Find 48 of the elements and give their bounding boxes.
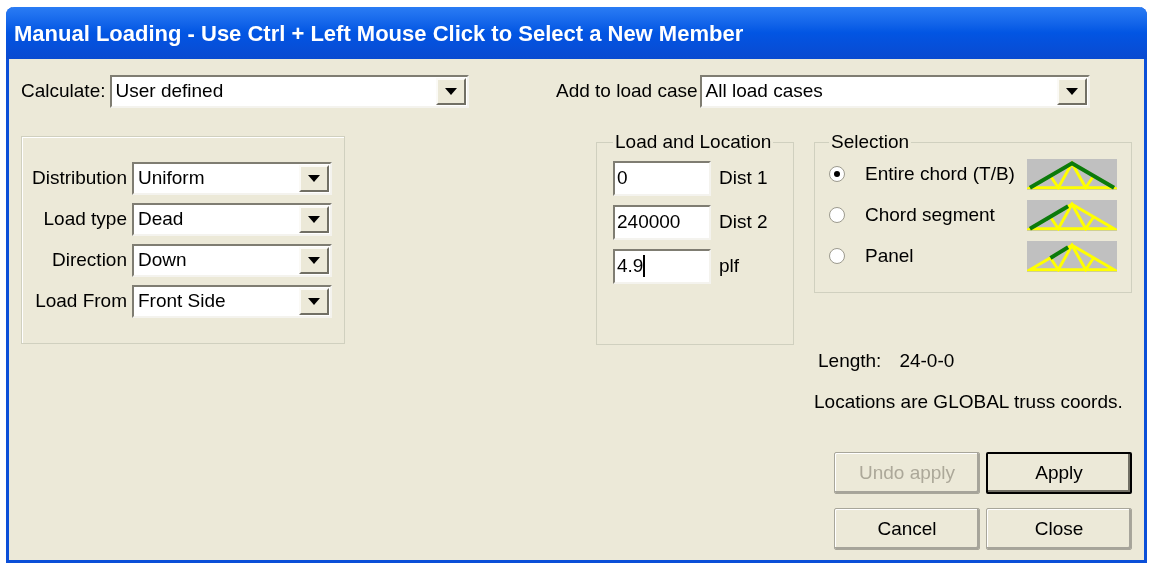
dropdown-button[interactable] [435,78,466,105]
field-label: plf [719,253,740,278]
truss-icon [1027,240,1117,272]
caret-icon [308,216,320,223]
caret-icon [1065,88,1078,95]
field-label: Direction [52,248,127,273]
radio-label[interactable]: Panel [865,241,1027,271]
radio-button[interactable] [829,207,845,223]
length-label: Length: [818,349,882,373]
dialog-button[interactable]: Apply [986,452,1132,494]
option-dropdown[interactable]: Down [132,244,332,277]
field-label: Dist 1 [719,165,768,190]
input-field[interactable]: 4.9 [613,248,711,284]
radio-button[interactable] [829,166,845,182]
length-value: 24-0-0 [899,349,955,373]
dialog-button[interactable]: Cancel [834,508,980,550]
radio-label[interactable]: Chord segment [865,200,1027,230]
field-label: Load type [43,207,127,232]
calculate-dropdown[interactable]: User defined [109,75,469,108]
caret-icon [444,88,457,95]
field-label: Load From [35,289,127,314]
option-dropdown[interactable]: Dead [132,203,332,236]
radio-button[interactable] [829,248,845,264]
truss-icon [1027,199,1117,231]
input-field[interactable]: 240000 [613,204,711,240]
caret-icon [308,257,320,264]
field-label: Distribution [31,166,127,191]
dropdown-button[interactable] [1056,78,1087,105]
dropdown-button[interactable] [299,206,329,233]
window-title: Manual Loading - Use Ctrl + Left Mouse Click to Select a New Member [14,19,744,48]
radio-label[interactable]: Entire chord (T/B) [865,159,1027,189]
group-title: Selection [830,130,911,154]
truss-icon [1027,158,1117,190]
dropdown-button[interactable] [299,288,329,315]
field-label: Add to load case [556,79,698,104]
field-label: Calculate: [21,79,106,104]
note-text: Locations are GLOBAL truss coords. [814,389,1124,414]
field-label: Dist 2 [719,209,768,234]
caret-icon [308,175,320,182]
option-dropdown[interactable]: Front Side [132,285,332,318]
group-title: Load and Location [614,130,773,154]
load-case-dropdown[interactable]: All load cases [699,75,1090,108]
dropdown-button[interactable] [299,247,329,274]
dropdown-button[interactable] [299,165,329,192]
input-field[interactable]: 0 [613,160,711,196]
option-dropdown[interactable]: Uniform [132,162,332,195]
caret-icon [308,298,320,305]
dialog-button[interactable]: Close [986,508,1132,550]
